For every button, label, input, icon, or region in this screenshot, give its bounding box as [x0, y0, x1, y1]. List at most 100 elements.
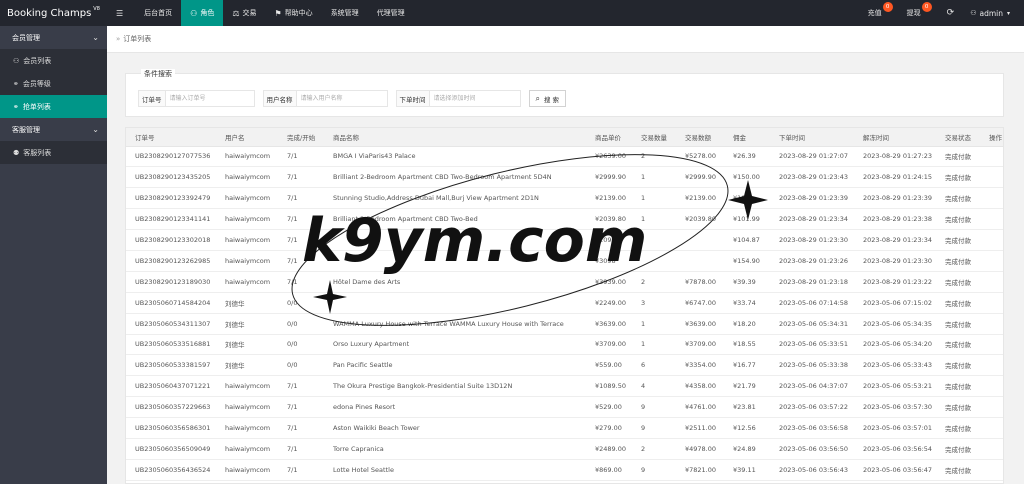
table-cell	[980, 438, 1003, 460]
table-row[interactable]: UB2305060356436524 haiwaiymcom 7/1 Lotte Ho…	[126, 459, 1003, 481]
table-cell	[980, 229, 1003, 251]
search-panel-legend: 条件搜索	[141, 69, 175, 79]
sidebar-item-icon: ⚭	[13, 79, 19, 88]
table-cell	[980, 292, 1003, 314]
table-cell: 9	[632, 459, 676, 481]
table-row[interactable]: UB2305060533516881 刘德华 0/0 Orso Luxury Apar…	[126, 334, 1003, 356]
table-cell: 完成付款	[936, 375, 980, 398]
user-icon: ⚇	[970, 9, 977, 17]
table-cell: 2023-08-29 01:23:38	[854, 208, 936, 231]
withdraw-count-badge: 0	[921, 2, 932, 12]
table-cell: 刘德华	[216, 334, 278, 356]
table-cell: UB2305060357229663	[126, 396, 216, 419]
table-cell: 完成付款	[936, 229, 980, 251]
table-cell: haiwaiymcom	[216, 271, 278, 293]
sidebar-item-label: 会员等级	[22, 79, 51, 88]
nav-item-6[interactable]: 代理管理	[368, 0, 414, 26]
recharge-button[interactable]: 充值 0	[868, 0, 894, 26]
table-cell: UB2305060533381597	[126, 354, 216, 377]
table-cell: UB2308290123341141	[126, 208, 216, 231]
sidebar: 会员管理 ⌄ ⚇ 会员列表 ⚭ 会员等级 ⚭ 抢单列表 客服管理 ⌄ ⚉ 客服列表	[0, 26, 107, 484]
table-cell: UB2308290123435205	[126, 166, 216, 189]
table-cell: 2023-05-06 07:14:58	[770, 292, 854, 314]
table-cell: ¥154.90	[724, 250, 770, 272]
table-cell: 3	[632, 292, 676, 314]
search-button[interactable]: ⌕ 搜 索	[528, 90, 567, 107]
table-row[interactable]: UB2308290123435205 haiwaiymcom 7/1 Brillian…	[126, 166, 1003, 189]
order-number-input[interactable]	[165, 91, 254, 106]
sidebar-item[interactable]: ⚇ 会员列表	[0, 49, 107, 72]
table-row[interactable]: UB2305060356586301 haiwaiymcom 7/1 Aston Wa…	[126, 417, 1003, 439]
table-body: UB2308290127077536 haiwaiymcom 7/1 BMGA I V…	[126, 146, 1003, 481]
table-cell	[980, 334, 1003, 356]
nav-item-3[interactable]: ⚖ 交易	[223, 0, 265, 26]
table-cell: 0/0	[278, 292, 324, 314]
table-cell: 2023-08-29 01:23:22	[854, 271, 936, 293]
table-cell: ¥18.20	[724, 313, 770, 335]
order-table-container: 订单号 用户名 完成/开始 商品名称 商品单价 交易数量 交易数额 佣金 下单时间 解冻时间 交易状…	[125, 127, 1004, 484]
table-row[interactable]: UB2305060356509049 haiwaiymcom 7/1 Torre Ca…	[126, 438, 1003, 460]
app-version: V8	[93, 6, 100, 12]
table-row[interactable]: UB2305060357229663 haiwaiymcom 7/1 edona Pi…	[126, 396, 1003, 419]
table-cell: Orso Luxury Apartment	[324, 334, 586, 356]
order-time-input[interactable]	[429, 91, 520, 106]
column-header: 下单时间	[770, 128, 854, 147]
column-header: 交易数量	[632, 128, 676, 147]
table-cell: ¥869.00	[586, 459, 632, 481]
table-cell: 2023-08-29 01:23:30	[770, 229, 854, 251]
withdraw-button[interactable]: 提现 0	[907, 0, 933, 26]
table-cell: 0/0	[278, 354, 324, 377]
table-cell: UB2308290123189030	[126, 271, 216, 293]
table-cell: edona Pines Resort	[324, 396, 586, 419]
user-name-field: 用户名称	[262, 90, 388, 107]
sidebar-group[interactable]: 会员管理 ⌄	[0, 26, 107, 49]
withdraw-label: 提现	[906, 9, 921, 17]
table-cell: 完成付款	[936, 354, 980, 377]
table-cell: haiwaiymcom	[216, 208, 278, 231]
sidebar-item[interactable]: ⚭ 会员等级	[0, 72, 107, 95]
table-cell: BMGA I ViaParis43 Palace	[324, 146, 586, 168]
table-cell: 2023-05-06 04:37:07	[770, 375, 854, 398]
table-cell: 2023-05-06 03:57:30	[854, 396, 936, 419]
table-cell: UB2305060356436524	[126, 459, 216, 481]
sidebar-item[interactable]: ⚭ 抢单列表	[0, 95, 107, 118]
table-cell: ¥12.56	[724, 417, 770, 439]
refresh-icon[interactable]: ⟳	[937, 8, 965, 18]
breadcrumb-current[interactable]: 订单列表	[123, 34, 151, 44]
table-cell: 完成付款	[936, 250, 980, 272]
search-button-label: 搜 索	[543, 95, 560, 104]
sidebar-item[interactable]: ⚉ 客服列表	[0, 141, 107, 164]
nav-item-4[interactable]: ⚑ 帮助中心	[266, 0, 322, 26]
nav-item-1[interactable]: 后台首页	[135, 0, 181, 26]
nav-item-2[interactable]: ⚇ 角色	[181, 0, 224, 26]
order-table: 订单号 用户名 完成/开始 商品名称 商品单价 交易数量 交易数额 佣金 下单时间 解冻时间 交易状…	[126, 128, 1003, 481]
sidebar-group[interactable]: 客服管理 ⌄	[0, 118, 107, 141]
table-cell: ¥26.39	[724, 146, 770, 168]
table-cell: 2023-05-06 03:56:43	[770, 459, 854, 481]
table-cell	[676, 250, 724, 272]
table-row[interactable]: UB2308290127077536 haiwaiymcom 7/1 BMGA I V…	[126, 146, 1003, 168]
nav-item-5[interactable]: 系统管理	[322, 0, 368, 26]
top-right-actions: 充值 0 提现 0 ⟳ ⚇ admin ▾	[855, 0, 1024, 26]
table-cell: UB2305060437071221	[126, 375, 216, 398]
table-cell	[980, 375, 1003, 398]
table-cell: UB2305060714584204	[126, 292, 216, 314]
table-cell: haiwaiymcom	[216, 459, 278, 481]
table-row[interactable]: UB2305060437071221 haiwaiymcom 7/1 The Okur…	[126, 375, 1003, 398]
user-menu[interactable]: ⚇ admin ▾	[964, 9, 1024, 18]
table-cell: 2023-08-29 01:24:15	[854, 166, 936, 189]
table-cell	[980, 271, 1003, 293]
table-row[interactable]: UB2305060533381597 刘德华 0/0 Pan Pacific Seat…	[126, 354, 1003, 377]
menu-toggle-button[interactable]: ☰	[107, 0, 135, 26]
table-cell: 2023-05-06 05:33:51	[770, 334, 854, 356]
table-cell: 刘德华	[216, 292, 278, 314]
table-cell: ¥529.00	[586, 396, 632, 419]
table-cell: ¥3354.00	[676, 354, 724, 377]
order-number-label: 订单号	[139, 91, 166, 106]
app-logo[interactable]: Booking Champs V8	[0, 0, 107, 26]
table-cell: ¥2999.90	[676, 166, 724, 189]
table-row[interactable]: UB2305060714584204 刘德华 0/0 ¥2249.00 3 ¥6747.0…	[126, 292, 1003, 314]
order-time-label: 下单时间	[396, 91, 430, 106]
user-name-input[interactable]	[296, 91, 387, 106]
table-row[interactable]: UB2305060534311307 刘德华 0/0 WAMMA Luxury Hou…	[126, 313, 1003, 335]
